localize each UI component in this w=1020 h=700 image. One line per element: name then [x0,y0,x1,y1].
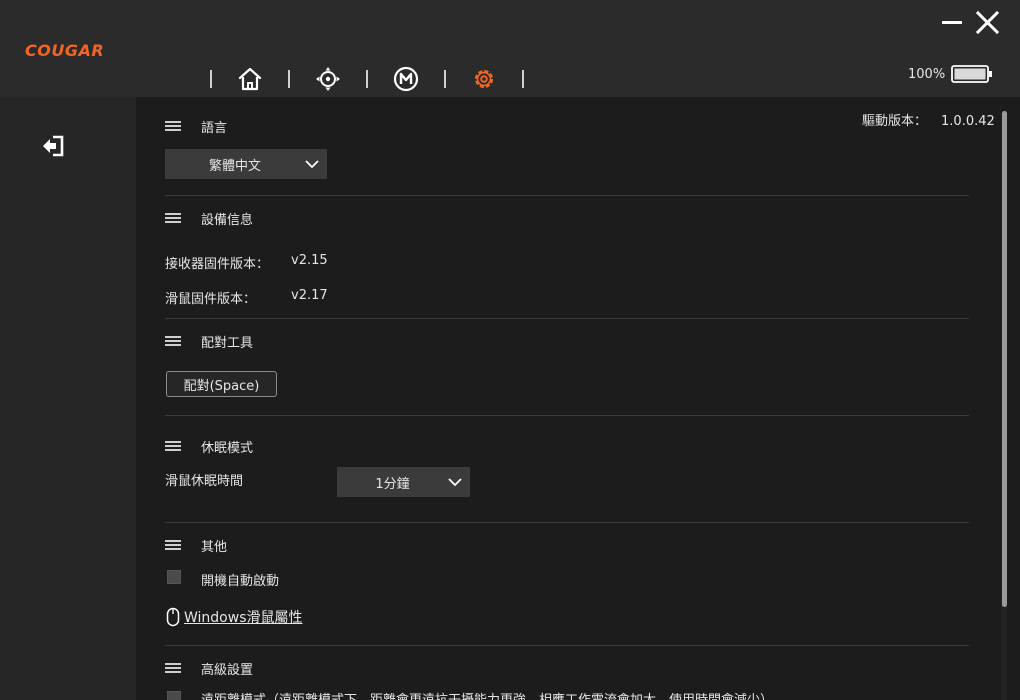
tab-dpi[interactable] [290,62,366,96]
sleep-time-label: 滑鼠休眠時間 [165,474,244,489]
section-divider [165,645,969,646]
list-icon [165,121,183,132]
section-sleep-title: 休眠模式 [165,437,253,456]
mouse-firmware-value: v2.17 [291,288,328,303]
windows-mouse-properties-text: Windows滑鼠屬性 [184,610,303,626]
list-icon [165,540,183,551]
language-select-value: 繁體中文 [208,158,261,174]
battery-status: 100% [908,64,993,84]
gear-icon [474,69,494,89]
exit-button[interactable] [40,134,68,158]
driver-version-label: 驅動版本： [862,114,928,129]
receiver-firmware-label: 接收器固件版本： [165,257,270,272]
section-title-text: 高級設置 [201,663,254,678]
nav-separator [522,70,524,88]
minimize-button[interactable] [940,10,966,36]
scrollbar-thumb[interactable] [1002,111,1007,607]
mouse-icon [166,607,180,627]
cougar-logo: COUGAR [25,41,105,60]
tab-home[interactable] [212,62,288,96]
list-icon [165,336,183,347]
list-icon [165,441,183,452]
autostart-checkbox[interactable] [167,570,181,584]
exit-icon [43,135,64,157]
language-select[interactable]: 繁體中文 [165,149,327,179]
section-language-title: 語言 [165,117,227,136]
section-pairing-title: 配對工具 [165,332,253,351]
section-device-title: 設備信息 [165,209,253,228]
driver-version: 驅動版本： 1.0.0.42 [862,110,995,129]
sidebar [0,97,136,700]
minimize-icon [942,21,962,24]
tab-macro[interactable] [368,62,444,96]
battery-percent: 100% [908,66,946,82]
section-divider [165,522,969,523]
section-divider [165,195,969,196]
settings-panel: 驅動版本： 1.0.0.42 語言 繁體中文 設備信息 接收器固件版本： v2.1… [136,97,1020,700]
section-title-text: 設備信息 [201,213,254,228]
dpi-icon [316,67,340,91]
chevron-down-icon [305,160,319,169]
chevron-down-icon [448,478,462,487]
mouse-firmware-label: 滑鼠固件版本： [165,292,257,307]
main-nav [210,62,524,96]
title-bar: COUGAR 100% [0,0,1020,97]
section-divider [165,318,969,319]
receiver-firmware-value: v2.15 [291,253,328,268]
list-icon [165,663,183,674]
section-other-title: 其他 [165,536,227,555]
section-divider [165,415,969,416]
section-title-text: 休眠模式 [201,441,254,456]
list-icon [165,213,183,224]
sleep-time-value: 1分鐘 [375,476,410,492]
long-distance-label: 遠距離模式（遠距離模式下，距離會更遠抗干擾能力更強，相應工作電流會加大，使用時間… [201,689,773,700]
battery-icon [951,65,993,83]
close-button[interactable] [975,10,1001,36]
section-advanced-title: 高級設置 [165,659,253,678]
driver-version-value: 1.0.0.42 [941,114,995,129]
windows-mouse-properties-link[interactable]: Windows滑鼠屬性 [166,607,303,627]
macro-icon [393,66,419,92]
autostart-label: 開機自動啟動 [201,574,280,589]
sleep-time-select[interactable]: 1分鐘 [337,467,470,497]
home-icon [238,67,262,91]
section-title-text: 配對工具 [201,336,254,351]
pair-button[interactable]: 配對(Space) [166,371,277,397]
tab-settings[interactable] [446,62,522,96]
long-distance-checkbox[interactable] [167,691,181,700]
section-title-text: 其他 [201,540,228,555]
close-icon [975,10,1000,35]
section-title-text: 語言 [201,121,228,136]
